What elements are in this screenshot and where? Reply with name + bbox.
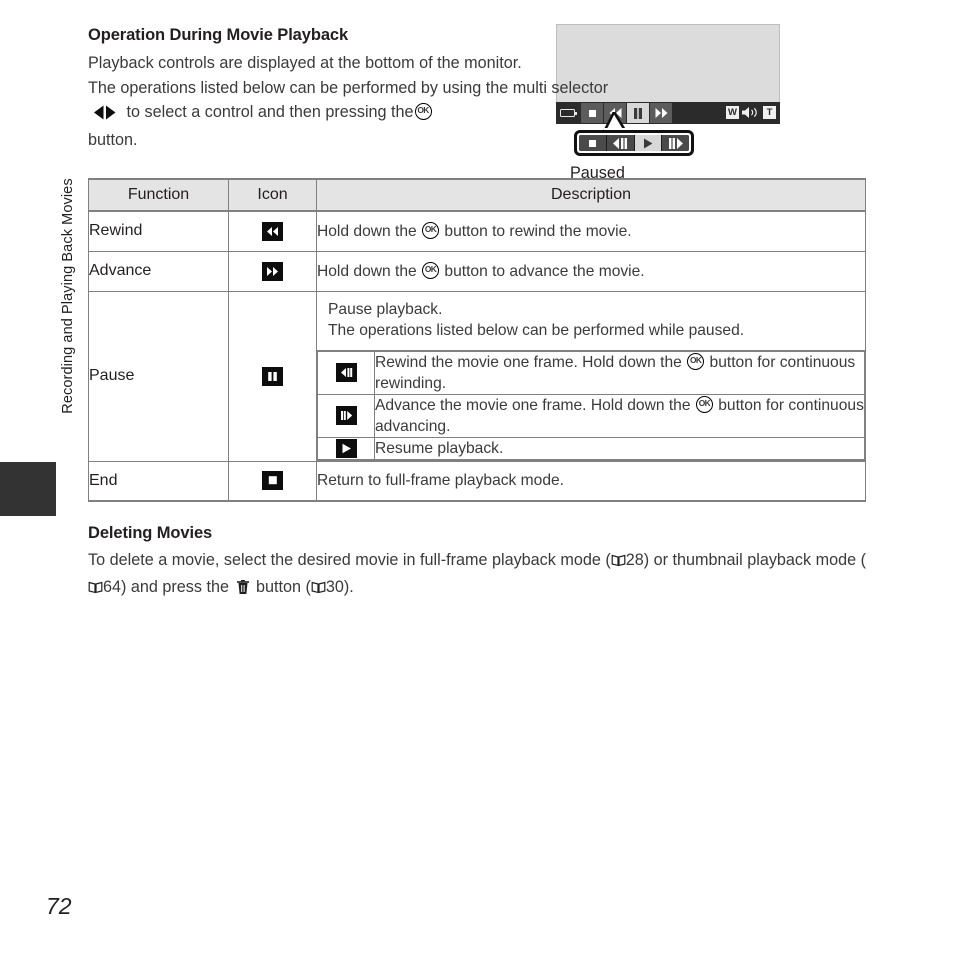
stop-icon <box>262 471 283 491</box>
sub-desc-a: Advance the movie one frame. Hold down t… <box>375 396 691 414</box>
ok-button-icon <box>422 221 440 239</box>
intro-line-2a: The operations listed below can be perfo… <box>88 78 509 97</box>
frame-advance-icon <box>335 406 357 425</box>
desc-text-a: Hold down the <box>317 262 417 280</box>
pause-intro-text: Pause playback. The operations listed be… <box>317 292 865 351</box>
ok-button-icon <box>687 352 705 370</box>
pause-sub-table: Rewind the movie one frame. Hold down th… <box>317 350 865 461</box>
table-row: End Return to full-frame playback mode. <box>88 460 866 502</box>
row-icon-cell <box>228 250 317 292</box>
sub-table-row: Resume playback. <box>317 436 865 461</box>
sub-row-description: Resume playback. <box>374 436 865 461</box>
delete-text-e: ). <box>343 577 354 596</box>
row-function-rewind: Rewind <box>88 210 229 252</box>
deleting-movies-section: Deleting Movies To delete a movie, selec… <box>88 524 873 602</box>
intro-section: Operation During Movie Playback Playback… <box>88 26 628 152</box>
delete-button-icon <box>236 578 250 603</box>
deleting-movies-paragraph: To delete a movie, select the desired mo… <box>88 548 873 602</box>
sub-table-row: Rewind the movie one frame. Hold down th… <box>317 350 865 395</box>
page-reference-icon <box>88 577 103 602</box>
page-number: 72 <box>46 893 72 919</box>
ok-button-icon <box>695 395 713 413</box>
deleting-movies-heading: Deleting Movies <box>88 524 213 542</box>
intro-line-2c: to select a control and then pressing th… <box>126 103 414 121</box>
page-title: Operation During Movie Playback <box>88 26 349 44</box>
operations-table: Function Icon Description Rewind Hold do… <box>88 178 866 502</box>
row-description: Hold down the button to rewind the movie… <box>316 210 866 252</box>
sub-row-icon-cell <box>317 350 375 395</box>
row-icon-cell <box>228 460 317 502</box>
frame-rewind-icon <box>335 363 357 382</box>
intro-line-2b: multi selector <box>512 78 609 97</box>
chapter-tab-marker <box>0 462 56 516</box>
header-description: Description <box>316 178 866 212</box>
ok-button-icon <box>422 261 440 279</box>
header-icon: Icon <box>228 178 317 212</box>
chapter-label: Recording and Playing Back Movies <box>60 178 76 414</box>
delete-ref-3: 30 <box>325 577 344 596</box>
play-icon <box>335 438 357 458</box>
table-header-row: Function Icon Description <box>88 178 866 212</box>
row-description: Hold down the button to advance the movi… <box>316 250 866 292</box>
table-row: Advance Hold down the button to advance … <box>88 250 866 292</box>
delete-text-a: To delete a movie, select the desired mo… <box>88 551 611 569</box>
sub-desc-a: Rewind the movie one frame. Hold down th… <box>375 353 682 371</box>
table-row: Rewind Hold down the button to rewind th… <box>88 210 866 252</box>
sub-table-row: Advance the movie one frame. Hold down t… <box>317 393 865 438</box>
header-function: Function <box>88 178 229 212</box>
desc-text-a: Hold down the <box>317 222 417 240</box>
row-description: Return to full-frame playback mode. <box>316 460 866 502</box>
sub-row-description: Rewind the movie one frame. Hold down th… <box>374 350 865 395</box>
intro-paragraph: Playback controls are displayed at the b… <box>88 51 628 152</box>
intro-line-2d: button. <box>88 130 138 149</box>
pause-desc-line-1: Pause playback. <box>328 300 443 318</box>
delete-text-d: button ( <box>256 577 311 596</box>
row-description: Pause playback. The operations listed be… <box>316 290 866 462</box>
desc-text-b: button to rewind the movie. <box>444 222 632 240</box>
advance-icon <box>262 261 283 281</box>
page-reference-icon <box>311 577 326 602</box>
delete-ref-1: 28 <box>625 551 644 569</box>
page-reference-icon <box>611 550 626 575</box>
row-icon-cell <box>228 290 317 462</box>
intro-line-1: Playback controls are displayed at the b… <box>88 54 522 72</box>
ok-button-icon <box>414 103 432 120</box>
row-function-advance: Advance <box>88 250 229 292</box>
rewind-icon <box>262 221 283 241</box>
row-function-pause: Pause <box>88 290 229 462</box>
sub-row-icon-cell <box>317 393 375 438</box>
pause-icon <box>262 366 283 386</box>
main-content: Operation During Movie Playback Playback… <box>88 26 866 602</box>
row-icon-cell <box>228 210 317 252</box>
sub-row-description: Advance the movie one frame. Hold down t… <box>374 393 865 438</box>
pause-desc-line-2: The operations listed below can be perfo… <box>328 322 745 339</box>
desc-text-b: button to advance the movie. <box>444 262 645 280</box>
delete-text-b: ) or thumbnail playback mode ( <box>643 551 866 569</box>
delete-text-c: ) and press the <box>121 577 229 596</box>
delete-ref-2: 64 <box>103 577 122 596</box>
sub-row-icon-cell <box>317 436 375 461</box>
table-row: Pause Pause playback. The operations lis… <box>88 290 866 462</box>
row-function-end: End <box>88 460 229 502</box>
multi-selector-left-right-icon <box>90 103 120 128</box>
